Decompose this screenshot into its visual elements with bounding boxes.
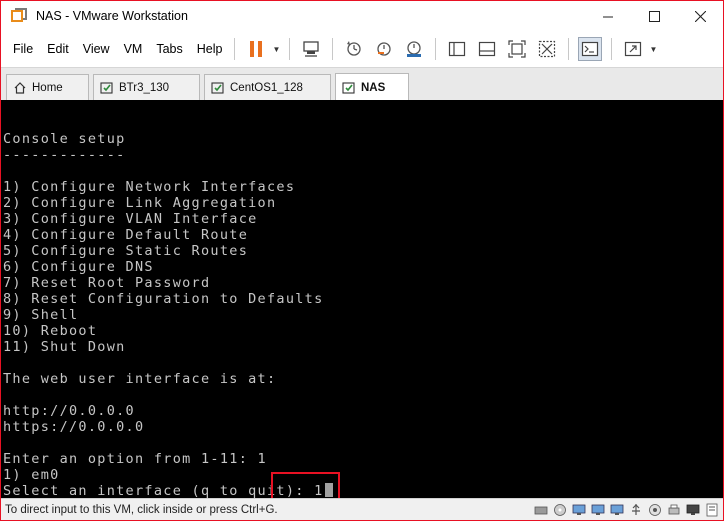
- tab-home[interactable]: Home: [6, 74, 89, 100]
- revert-snapshot-icon: [377, 42, 392, 56]
- send-ctrl-alt-del-icon: [303, 41, 320, 57]
- vm-icon: [211, 81, 225, 95]
- hard-disk-icon[interactable]: [533, 502, 548, 517]
- vmware-window: NAS - VMware Workstation File Edit View …: [0, 0, 724, 521]
- console-line: 5) Configure Static Routes: [3, 243, 249, 259]
- console-line: 4) Configure Default Route: [3, 227, 249, 243]
- console-line: -------------: [3, 147, 126, 163]
- network-adapter-icon[interactable]: [590, 502, 605, 517]
- network-adapter-icon[interactable]: [571, 502, 586, 517]
- console-line: https://0.0.0.0: [3, 419, 145, 435]
- menu-vm[interactable]: VM: [118, 42, 149, 56]
- menu-help[interactable]: Help: [191, 42, 229, 56]
- full-screen-icon: [508, 40, 527, 58]
- snapshot-manager-button[interactable]: [402, 37, 426, 61]
- tab-label: Home: [32, 81, 63, 94]
- toolbar-separator: [289, 38, 291, 60]
- stretch-icon: [625, 41, 642, 57]
- stretch-dropdown[interactable]: ▼: [648, 45, 658, 54]
- toolbar-separator: [435, 38, 437, 60]
- maximize-icon: [648, 10, 660, 22]
- pause-button[interactable]: [244, 37, 268, 61]
- unity-button[interactable]: [535, 37, 559, 61]
- network-adapter-icon[interactable]: [609, 502, 624, 517]
- snapshot-manager-icon: [407, 41, 422, 57]
- console-line: http://0.0.0.0: [3, 403, 135, 419]
- tab-nas[interactable]: NAS: [335, 73, 409, 101]
- library-button[interactable]: [445, 37, 469, 61]
- maximize-button[interactable]: [631, 1, 677, 31]
- thumbnail-bar-button[interactable]: [475, 37, 499, 61]
- cd-dvd-icon[interactable]: [552, 502, 567, 517]
- snapshot-icon: [347, 41, 362, 56]
- status-bar: To direct input to this VM, click inside…: [1, 498, 723, 520]
- vm-console[interactable]: Console setup ------------- 1) Configure…: [1, 100, 723, 498]
- window-title: NAS - VMware Workstation: [36, 9, 188, 23]
- console-line: 11) Shut Down: [3, 339, 126, 355]
- toolbar-separator: [332, 38, 334, 60]
- console-line: 8) Reset Configuration to Defaults: [3, 291, 324, 307]
- console-line: 6) Configure DNS: [3, 259, 154, 275]
- console-line: Enter an option from 1-11: 1: [3, 451, 267, 467]
- console-view-icon: [582, 41, 599, 57]
- close-button[interactable]: [677, 1, 723, 31]
- vm-icon: [342, 81, 356, 95]
- send-ctrl-alt-del-button[interactable]: [299, 37, 323, 61]
- tab-centos1-128[interactable]: CentOS1_128: [204, 74, 331, 100]
- message-log-icon[interactable]: [704, 502, 719, 517]
- vmware-logo-icon: [11, 8, 27, 24]
- menu-view[interactable]: View: [77, 42, 116, 56]
- red-highlight-box: [271, 472, 340, 498]
- console-line: 7) Reset Root Password: [3, 275, 211, 291]
- sound-card-icon[interactable]: [647, 502, 662, 517]
- home-icon: [13, 81, 27, 95]
- minimize-button[interactable]: [585, 1, 631, 31]
- console-view-button[interactable]: [578, 37, 603, 61]
- full-screen-button[interactable]: [505, 37, 529, 61]
- console-line: 10) Reboot: [3, 323, 98, 339]
- printer-icon[interactable]: [666, 502, 681, 517]
- console-line: 3) Configure VLAN Interface: [3, 211, 258, 227]
- unity-icon: [539, 40, 556, 58]
- snapshot-button[interactable]: [342, 37, 366, 61]
- close-icon: [694, 10, 706, 22]
- revert-snapshot-button[interactable]: [372, 37, 396, 61]
- menu-toolbar: File Edit View VM Tabs Help ▼ ▼: [1, 31, 723, 67]
- menu-tabs[interactable]: Tabs: [150, 42, 188, 56]
- usb-controller-icon[interactable]: [628, 502, 643, 517]
- tab-bar: Home BTr3_130 CentOS1_128 NAS: [1, 67, 723, 101]
- display-icon[interactable]: [685, 502, 700, 517]
- tab-label: NAS: [361, 81, 386, 94]
- console-line: Console setup: [3, 131, 126, 147]
- pause-icon: [250, 41, 263, 57]
- menu-edit[interactable]: Edit: [41, 42, 75, 56]
- console-line: 1) Configure Network Interfaces: [3, 179, 296, 195]
- console-line: 2) Configure Link Aggregation: [3, 195, 277, 211]
- stretch-button[interactable]: [621, 37, 645, 61]
- console-line: The web user interface is at:: [3, 371, 277, 387]
- thumbnail-bar-icon: [479, 41, 496, 57]
- title-bar: NAS - VMware Workstation: [1, 1, 723, 31]
- vm-icon: [100, 81, 114, 95]
- library-icon: [449, 41, 466, 57]
- power-dropdown[interactable]: ▼: [271, 45, 281, 54]
- status-text: To direct input to this VM, click inside…: [5, 503, 278, 516]
- console-line: 9) Shell: [3, 307, 79, 323]
- minimize-icon: [602, 16, 613, 17]
- toolbar-separator: [568, 38, 570, 60]
- tab-label: CentOS1_128: [230, 81, 303, 94]
- menu-file[interactable]: File: [7, 42, 39, 56]
- tab-btr3-130[interactable]: BTr3_130: [93, 74, 200, 100]
- toolbar-separator: [234, 38, 236, 60]
- toolbar-separator: [611, 38, 613, 60]
- console-line: 1) em0: [3, 467, 60, 483]
- tab-label: BTr3_130: [119, 81, 170, 94]
